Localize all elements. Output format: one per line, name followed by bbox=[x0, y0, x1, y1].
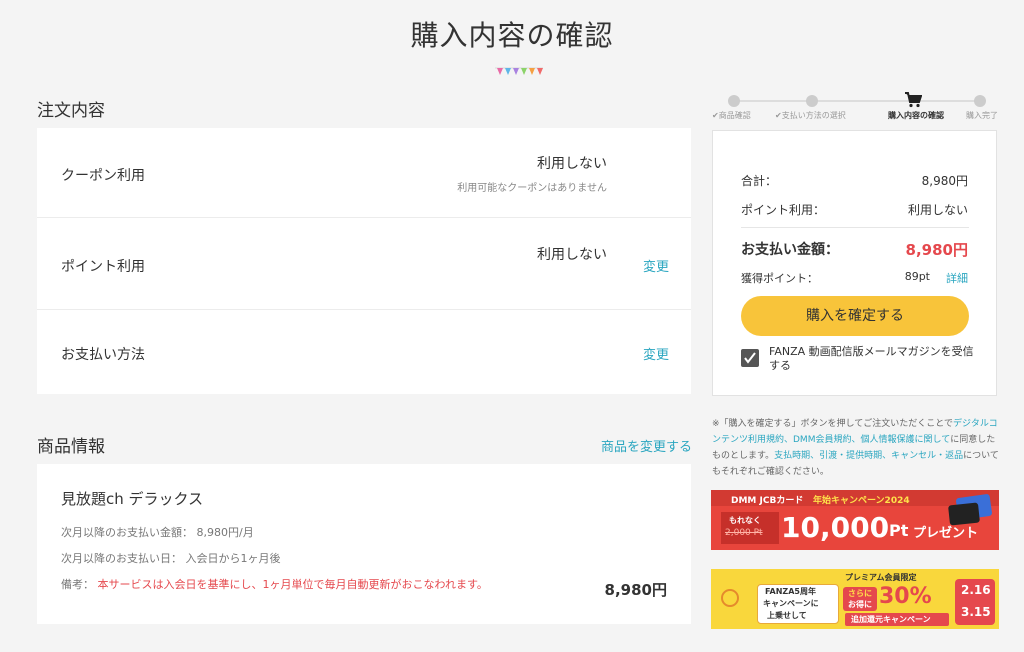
banner1-campaign: 年始キャンペーン2024 bbox=[813, 496, 910, 506]
points-value: 利用しない bbox=[537, 247, 607, 263]
order-summary: 合計： 8,980円 ポイント利用： 利用しない お支払い金額： 8,980円 … bbox=[712, 130, 997, 396]
next-date-text: 次月以降のお支払い日： 入会日から1ヶ月後 bbox=[61, 552, 281, 565]
earn-points-detail-link[interactable]: 詳細 bbox=[946, 270, 968, 286]
cart-icon bbox=[905, 92, 922, 108]
change-product-link[interactable]: 商品を変更する bbox=[601, 436, 692, 455]
banner1-amount: 10,000 bbox=[781, 511, 890, 544]
fanza-anniversary-banner[interactable]: プレミアム会員限定 FANZA5周年 キャンペーンに 上乗せして さらに お得に… bbox=[711, 569, 999, 629]
step-dot-2 bbox=[806, 95, 818, 107]
payment-row: お支払い方法 変更 bbox=[37, 310, 691, 394]
points-use-value: 利用しない bbox=[907, 203, 968, 217]
step-dot-4 bbox=[974, 95, 986, 107]
policy-link[interactable]: 支払時期、引渡・提供時期、キャンセル・返品 bbox=[774, 451, 963, 461]
banner2-date2: 3.15 bbox=[961, 605, 991, 619]
notice-prefix: ※「購入を確定する」ボタンを押してご注文いただくことで bbox=[712, 419, 954, 429]
banner2-percent: 30% bbox=[879, 584, 932, 609]
credit-card-image-2 bbox=[948, 502, 980, 526]
newsletter-checkbox[interactable] bbox=[741, 349, 759, 367]
banner1-brand: DMM JCBカード bbox=[731, 496, 804, 506]
step-line bbox=[734, 100, 984, 102]
pay-amount-value: 8,980円 bbox=[905, 241, 968, 259]
payment-change-link[interactable]: 変更 bbox=[643, 344, 669, 363]
banner2-line1: FANZA5周年 bbox=[765, 587, 816, 596]
step-label-1: ✔商品確認 bbox=[712, 111, 751, 120]
banner2-date1: 2.16 bbox=[961, 583, 991, 597]
product-name: 見放題ch デラックス bbox=[61, 490, 204, 508]
points-use-label: ポイント利用： bbox=[741, 203, 826, 217]
progress-steps: ✔商品確認 ✔支払い方法の選択 購入内容の確認 購入完了 bbox=[712, 92, 1002, 122]
product-heading: 商品情報 bbox=[37, 437, 105, 457]
coupon-note: 利用可能なクーポンはありません bbox=[457, 183, 607, 194]
step-dot-1 bbox=[728, 95, 740, 107]
banner1-tag-bottom: 2,000 Pt bbox=[725, 528, 763, 538]
note-text: 本サービスは入会日を基準にし、1ヶ月単位で毎月自動更新がおこなわれます。 bbox=[97, 578, 488, 591]
next-amount-text: 次月以降のお支払い金額： 8,980円/月 bbox=[61, 526, 254, 539]
step-label-4: 購入完了 bbox=[966, 111, 998, 120]
coin-icon bbox=[721, 589, 739, 607]
banner2-limited: プレミアム会員限定 bbox=[845, 573, 917, 582]
terms-notice: ※「購入を確定する」ボタンを押してご注文いただくことでデジタルコンテンツ利用規約… bbox=[712, 416, 1002, 480]
step-label-2: ✔支払い方法の選択 bbox=[775, 111, 846, 120]
order-heading: 注文内容 bbox=[37, 101, 105, 121]
banner2-rebate: 追加還元キャンペーン bbox=[851, 615, 931, 624]
page-title: 購入内容の確認 bbox=[410, 19, 614, 52]
points-row: ポイント利用 利用しない 変更 bbox=[37, 218, 691, 310]
banner1-present: プレゼント bbox=[913, 526, 979, 541]
summary-divider bbox=[741, 227, 969, 228]
banner2-badge1: さらに bbox=[848, 589, 872, 598]
newsletter-label: FANZA 動画配信版メールマガジンを受信する bbox=[769, 345, 974, 372]
confirm-purchase-button[interactable]: 購入を確定する bbox=[741, 296, 969, 336]
jcb-campaign-banner[interactable]: DMM JCBカード 年始キャンペーン2024 もれなく 2,000 Pt 10… bbox=[711, 490, 999, 550]
order-card: クーポン利用 利用しない 利用可能なクーポンはありません ポイント利用 利用しな… bbox=[37, 128, 691, 394]
banner2-badge2: お得に bbox=[848, 600, 872, 609]
points-change-link[interactable]: 変更 bbox=[643, 256, 669, 275]
pay-amount-label: お支払い金額： bbox=[741, 242, 839, 258]
total-label: 合計： bbox=[741, 174, 778, 188]
product-price: 8,980円 bbox=[604, 581, 667, 599]
step-label-3: 購入内容の確認 bbox=[888, 111, 944, 120]
banner2-line2: キャンペーンに bbox=[763, 599, 819, 608]
note-line: 備考： 本サービスは入会日を基準にし、1ヶ月単位で毎月自動更新がおこなわれます。 bbox=[61, 576, 488, 592]
points-label: ポイント利用 bbox=[61, 259, 145, 275]
total-value: 8,980円 bbox=[921, 174, 968, 188]
bunting-decoration bbox=[495, 67, 543, 75]
earn-points-label: 獲得ポイント： bbox=[741, 272, 818, 285]
checkmark-icon bbox=[744, 352, 756, 364]
product-card: 見放題ch デラックス 次月以降のお支払い金額： 8,980円/月 次月以降のお… bbox=[37, 464, 691, 624]
earn-points-value: 89pt bbox=[904, 270, 930, 283]
payment-label: お支払い方法 bbox=[61, 347, 145, 363]
coupon-value: 利用しない bbox=[537, 156, 607, 172]
coupon-row: クーポン利用 利用しない 利用可能なクーポンはありません bbox=[37, 128, 691, 218]
banner1-tag-top: もれなく bbox=[729, 516, 761, 525]
banner1-unit: Pt bbox=[889, 521, 909, 540]
note-label: 備考： bbox=[61, 578, 94, 591]
banner2-line3: 上乗せして bbox=[767, 611, 807, 620]
coupon-label: クーポン利用 bbox=[61, 168, 145, 184]
